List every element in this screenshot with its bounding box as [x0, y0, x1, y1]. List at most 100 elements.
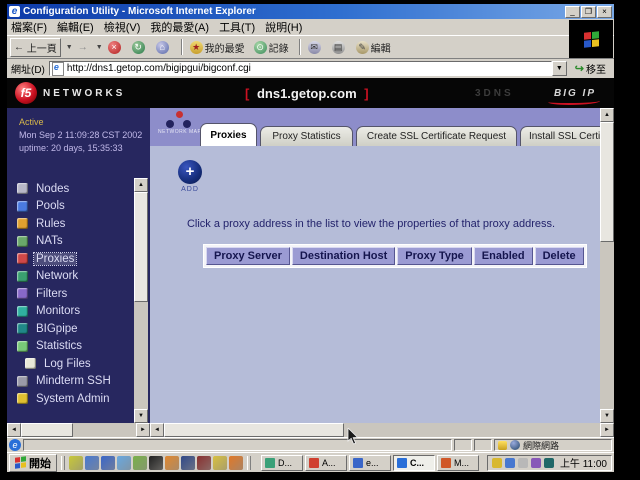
quick-launch-icon-10[interactable] — [213, 456, 227, 470]
sidebar-item-network[interactable]: Network — [17, 268, 135, 286]
taskbar-window-button[interactable]: e... — [349, 455, 391, 471]
main-vscrollbar[interactable]: ▲ ▼ — [600, 108, 614, 423]
address-input[interactable]: http://dns1.getop.com/bigipgui/bigconf.c… — [49, 61, 552, 76]
sidebar-item-log-files[interactable]: Log Files — [17, 355, 135, 373]
tab-proxy-statistics[interactable]: Proxy Statistics — [260, 126, 353, 146]
tray-icon-1[interactable] — [492, 458, 502, 468]
column-header-proxy-type[interactable]: Proxy Type — [397, 247, 472, 265]
scroll-right-icon[interactable]: ► — [136, 423, 150, 437]
quick-launch-icon-7[interactable] — [165, 456, 179, 470]
scroll-thumb[interactable] — [134, 192, 148, 302]
tab-install-ssl-certif[interactable]: Install SSL Certif — [520, 126, 612, 146]
quick-launch-icon-1[interactable] — [69, 456, 83, 470]
scroll-left-icon[interactable]: ◄ — [150, 423, 164, 437]
sidebar-vscrollbar[interactable]: ▲ ▼ — [134, 178, 148, 423]
minimize-button[interactable]: _ — [565, 6, 580, 18]
tray-icon-4[interactable] — [531, 458, 541, 468]
back-button[interactable]: ← 上一頁 — [10, 38, 61, 57]
scroll-up-icon[interactable]: ▲ — [134, 178, 148, 192]
column-header-enabled[interactable]: Enabled — [474, 247, 533, 265]
tray-icon-2[interactable] — [505, 458, 515, 468]
proxies-content: + ADD Click a proxy address in the list … — [150, 146, 600, 423]
quick-launch-icon-5[interactable] — [133, 456, 147, 470]
main-hscrollbar[interactable]: ◄ ► — [150, 423, 614, 437]
restore-button[interactable]: ❐ — [581, 6, 596, 18]
quick-launch-icon-8[interactable] — [181, 456, 195, 470]
favorites-icon: ★ — [190, 41, 203, 54]
sidebar-item-system-admin[interactable]: System Admin — [17, 390, 135, 408]
quick-launch-icon-3[interactable] — [101, 456, 115, 470]
add-proxy-button[interactable]: + ADD — [170, 160, 210, 193]
back-dropdown-icon[interactable]: ▼ — [66, 44, 73, 51]
scroll-left-icon[interactable]: ◄ — [7, 423, 21, 437]
sidebar-item-filters[interactable]: Filters — [17, 285, 135, 303]
sidebar-item-nats[interactable]: NATs — [17, 233, 135, 251]
refresh-button[interactable]: ↻ — [129, 40, 150, 55]
quick-launch-icon-4[interactable] — [117, 456, 131, 470]
network-map-icon — [164, 111, 194, 129]
menu-item-t[interactable]: 工具(T) — [219, 19, 255, 35]
go-button[interactable]: ↪ 移至 — [571, 60, 610, 77]
address-dropdown-icon[interactable]: ▼ — [552, 61, 567, 76]
quick-launch-icon-2[interactable] — [85, 456, 99, 470]
tray-icon-5[interactable] — [544, 458, 554, 468]
menu-item-v[interactable]: 檢視(V) — [104, 19, 141, 35]
stop-icon: × — [108, 41, 121, 54]
column-header-delete[interactable]: Delete — [535, 247, 584, 265]
sidebar-item-rules[interactable]: Rules — [17, 215, 135, 233]
tab-create-ssl-certificate-request[interactable]: Create SSL Certificate Request — [356, 126, 517, 146]
scroll-up-icon[interactable]: ▲ — [600, 108, 614, 122]
scroll-thumb[interactable] — [164, 423, 344, 437]
scroll-right-icon[interactable]: ► — [600, 423, 614, 437]
scroll-down-icon[interactable]: ▼ — [134, 409, 148, 423]
forward-dropdown-icon[interactable]: ▼ — [96, 44, 103, 51]
forward-button[interactable]: → — [75, 41, 91, 54]
favorites-button[interactable]: ★我的最愛 — [187, 39, 248, 56]
desktop-screen: e Configuration Utility - Microsoft Inte… — [7, 4, 614, 472]
scroll-down-icon[interactable]: ▼ — [600, 409, 614, 423]
network-map-button[interactable]: NETWORK MAP — [158, 111, 200, 141]
refresh-icon: ↻ — [132, 41, 145, 54]
sidebar-item-nodes[interactable]: Nodes — [17, 180, 135, 198]
stop-button[interactable]: × — [105, 40, 126, 55]
window-button-icon — [397, 458, 407, 468]
menu-item-h[interactable]: 說明(H) — [265, 19, 302, 35]
sidebar-item-statistics[interactable]: Statistics — [17, 338, 135, 356]
close-button[interactable]: × — [597, 6, 612, 18]
home-button[interactable]: ⌂ — [153, 40, 174, 55]
mail-button[interactable]: ✉ — [305, 40, 326, 55]
sidebar-item-bigpipe[interactable]: BIGpipe — [17, 320, 135, 338]
quick-launch-icon-9[interactable] — [197, 456, 211, 470]
f5-logo-icon[interactable]: f5 — [15, 82, 37, 104]
window-titlebar[interactable]: e Configuration Utility - Microsoft Inte… — [7, 4, 614, 19]
history-button[interactable]: ⊙記錄 — [251, 39, 292, 56]
taskbar-window-button[interactable]: M... — [437, 455, 479, 471]
menu-item-a[interactable]: 我的最愛(A) — [150, 19, 209, 35]
taskbar-window-button[interactable]: D... — [261, 455, 303, 471]
menu-item-f[interactable]: 檔案(F) — [11, 19, 47, 35]
sidebar-item-proxies[interactable]: Proxies — [17, 250, 135, 268]
column-header-destination-host[interactable]: Destination Host — [292, 247, 395, 265]
taskbar-clock[interactable]: 上午 11:00 — [560, 455, 607, 470]
quick-launch-icon-6[interactable] — [149, 456, 163, 470]
column-header-proxy-server[interactable]: Proxy Server — [206, 247, 290, 265]
start-button[interactable]: 開始 — [9, 454, 57, 472]
add-icon[interactable]: + — [178, 160, 202, 184]
sidebar-hscrollbar[interactable]: ◄ ► — [7, 423, 150, 437]
tray-icon-3[interactable] — [518, 458, 528, 468]
menu-item-e[interactable]: 編輯(E) — [57, 19, 94, 35]
tab-proxies[interactable]: Proxies — [200, 123, 257, 146]
sidebar-item-mindterm-ssh[interactable]: Mindterm SSH — [17, 373, 135, 391]
scroll-thumb[interactable] — [21, 423, 73, 437]
print-button[interactable]: ▤ — [329, 40, 350, 55]
add-label: ADD — [170, 186, 210, 193]
sidebar-item-pools[interactable]: Pools — [17, 198, 135, 216]
product-bigip-label: BIG IP — [554, 88, 596, 99]
edit-button[interactable]: ✎編輯 — [353, 39, 394, 56]
sidebar-item-monitors[interactable]: Monitors — [17, 303, 135, 321]
quick-launch-icon-11[interactable] — [229, 456, 243, 470]
taskbar-window-button[interactable]: A... — [305, 455, 347, 471]
taskbar-window-button[interactable]: C... — [393, 455, 435, 471]
scroll-thumb[interactable] — [600, 122, 614, 242]
address-url[interactable]: http://dns1.getop.com/bigipgui/bigconf.c… — [67, 63, 251, 74]
